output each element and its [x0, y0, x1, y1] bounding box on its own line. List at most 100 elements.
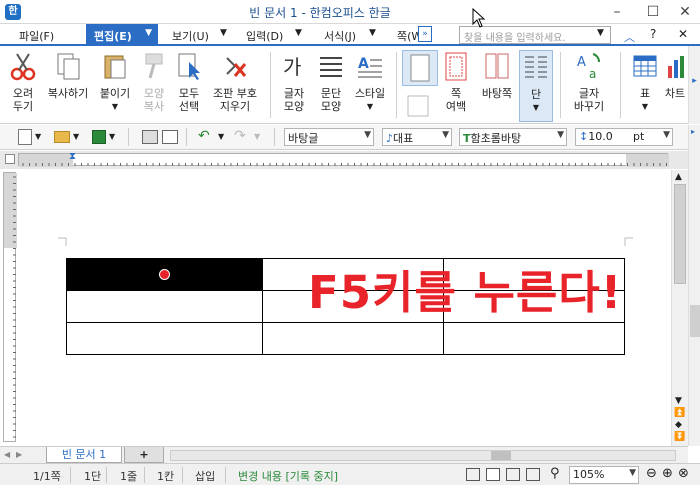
- menu-more-button[interactable]: »: [418, 26, 432, 42]
- chevron-down-icon[interactable]: ▼: [218, 132, 224, 141]
- ruler-corner-icon[interactable]: [5, 154, 15, 164]
- menu-page[interactable]: 쪽(W): [397, 28, 419, 44]
- scroll-down-icon[interactable]: ▼: [675, 396, 682, 406]
- style-button[interactable]: A 스타일 ▼: [350, 50, 390, 122]
- ribbon-side-scrollbar[interactable]: ▸: [688, 125, 700, 446]
- view-web-icon[interactable]: [506, 468, 520, 481]
- menu-bar: 파일(F) 편집(E) ▼ 보기(U) ▼ 입력(D) ▼ 서식(J) ▼ 쪽(W…: [0, 24, 700, 46]
- tab-next-icon[interactable]: ▶: [16, 450, 22, 459]
- view-outline-icon[interactable]: [526, 468, 540, 481]
- preview-icon[interactable]: [162, 130, 178, 144]
- table-cell-selected[interactable]: [66, 258, 263, 291]
- menu-view[interactable]: 보기(U): [172, 28, 209, 44]
- help-icon[interactable]: ?: [650, 27, 656, 41]
- menu-insert[interactable]: 입력(D): [246, 28, 283, 44]
- maximize-button[interactable]: ☐: [638, 2, 668, 22]
- master-page-button[interactable]: 바탕쪽: [476, 50, 518, 122]
- menu-edit[interactable]: 편집(E) ▼: [86, 24, 158, 46]
- toolbar-divider: [274, 128, 275, 146]
- next-page-icon[interactable]: ⏬: [674, 432, 685, 442]
- format-copy-label-2: 복사: [143, 100, 165, 113]
- view-page-icon[interactable]: [486, 468, 500, 481]
- menu-file[interactable]: 파일(F): [19, 28, 54, 44]
- vertical-ruler[interactable]: [3, 172, 17, 442]
- page-layout-button[interactable]: [402, 50, 438, 86]
- chevron-down-icon[interactable]: ▼: [109, 132, 115, 141]
- char-shape-icon: 가: [283, 55, 301, 79]
- page-jump-icon[interactable]: ◆: [675, 420, 682, 430]
- table-cell[interactable]: [66, 290, 263, 323]
- chevron-down-icon[interactable]: ▼: [73, 132, 79, 141]
- chevron-down-icon[interactable]: ▼: [254, 132, 260, 141]
- prev-page-icon[interactable]: ⏫: [674, 408, 685, 418]
- column-button[interactable]: 단 ▼: [519, 50, 553, 122]
- chart-button[interactable]: 차트: [664, 50, 686, 122]
- horizontal-scrollbar[interactable]: [170, 450, 676, 461]
- select-all-button[interactable]: 모두 선택: [172, 50, 206, 122]
- horizontal-ruler[interactable]: ⧗: [18, 151, 669, 167]
- replace-button[interactable]: Aa 글자 바꾸기: [566, 50, 612, 122]
- view-normal-icon[interactable]: [466, 468, 480, 481]
- table-button[interactable]: 표 ▼: [628, 50, 662, 122]
- para-shape-button[interactable]: 문단 모양: [313, 50, 349, 122]
- cursor-marker-icon: [159, 269, 170, 280]
- redo-icon[interactable]: ↷: [234, 128, 246, 144]
- copy-label: 복사하기: [47, 87, 89, 100]
- zoom-out-icon[interactable]: ⊖: [646, 466, 657, 481]
- table-cell[interactable]: [262, 322, 444, 355]
- close-doc-icon[interactable]: ✕: [678, 27, 688, 41]
- horizontal-scroll-thumb[interactable]: [491, 451, 511, 460]
- svg-text:가: 가: [283, 55, 301, 79]
- paste-button[interactable]: 붙이기 ▼: [95, 50, 135, 122]
- save-icon[interactable]: [92, 130, 106, 144]
- table-cell[interactable]: [443, 322, 625, 355]
- vertical-scroll-thumb[interactable]: [674, 184, 686, 284]
- font-combo-value: 함초롬바탕: [470, 132, 522, 145]
- ribbon-divider: [620, 52, 621, 118]
- tab-document-1[interactable]: 빈 문서 1: [46, 447, 122, 463]
- side-scroll-thumb[interactable]: [690, 305, 700, 337]
- char-shape-button[interactable]: 가 글자 모양: [276, 50, 312, 122]
- status-track-changes[interactable]: 변경 내용 [기록 중지]: [238, 468, 338, 484]
- style-combo[interactable]: 바탕글 ▼: [284, 128, 374, 146]
- undo-icon[interactable]: ↶: [198, 128, 210, 144]
- print-icon[interactable]: [142, 130, 158, 144]
- new-document-icon[interactable]: [18, 129, 32, 145]
- remove-codes-button[interactable]: 조판 부호 지우기: [208, 50, 262, 122]
- status-close-icon[interactable]: ⊗: [678, 466, 689, 481]
- zoom-icon[interactable]: ⚲: [550, 466, 560, 481]
- minimize-button[interactable]: –: [602, 2, 632, 22]
- chevron-down-icon: ▼: [220, 28, 227, 38]
- font-combo[interactable]: T함초롬바탕 ▼: [459, 128, 567, 146]
- page-margin-label-2: 여백: [445, 100, 467, 113]
- close-button[interactable]: ✕: [670, 2, 700, 22]
- ribbon-scroll-right-button[interactable]: ▸: [688, 46, 700, 124]
- chevron-down-icon[interactable]: ▼: [35, 132, 41, 141]
- status-insert-mode[interactable]: 삽입: [195, 468, 215, 484]
- scroll-up-icon[interactable]: ▲: [675, 172, 682, 182]
- tab-prev-icon[interactable]: ◀: [4, 450, 10, 459]
- search-input[interactable]: 찾을 내용을 입력하세요.: [459, 26, 611, 44]
- document-canvas[interactable]: F5키를 누른다!: [18, 170, 671, 446]
- chart-icon: [668, 56, 684, 78]
- vertical-scrollbar[interactable]: ▲ ▼ ⏫ ◆ ⏬: [671, 170, 688, 446]
- status-page: 1/1쪽: [33, 470, 61, 483]
- cut-button[interactable]: 오려 두기: [4, 50, 42, 122]
- menu-format[interactable]: 서식(J): [324, 28, 356, 44]
- add-tab-button[interactable]: +: [124, 447, 164, 463]
- style-icon: A: [358, 56, 382, 78]
- font-size-combo[interactable]: ↕10.0 pt ▼: [575, 128, 673, 146]
- zoom-in-icon[interactable]: ⊕: [662, 466, 673, 481]
- language-combo[interactable]: ♪대표 ▼: [382, 128, 452, 146]
- copy-icon: [57, 53, 80, 80]
- copy-button[interactable]: 복사하기: [44, 50, 92, 122]
- search-dropdown-icon[interactable]: ▼: [597, 28, 604, 38]
- indent-marker-icon[interactable]: ⧗: [69, 151, 77, 167]
- chevron-up-icon[interactable]: ︿: [624, 29, 635, 45]
- zoom-combo[interactable]: 105% ▼: [569, 466, 639, 484]
- page-margin-button[interactable]: 쪽 여백: [440, 50, 472, 122]
- open-folder-icon[interactable]: [54, 131, 70, 143]
- table-cell[interactable]: [66, 322, 263, 355]
- format-copy-button[interactable]: 모양 복사: [138, 50, 170, 122]
- page-small-icon[interactable]: [406, 94, 434, 118]
